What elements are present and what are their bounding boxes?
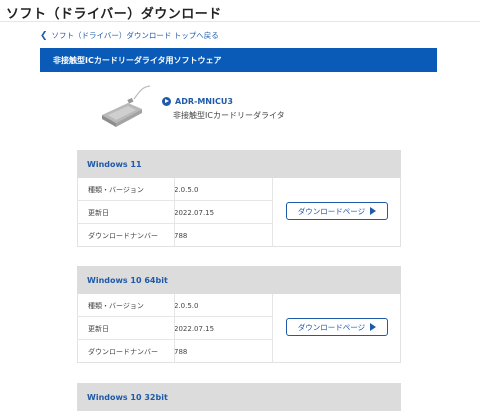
column-divider — [174, 294, 175, 362]
os-block-windows-11: Windows 11 種類・バージョン 2.0.5.0 更新日 2022.07.… — [77, 150, 401, 247]
table-row: 更新日 2022.07.15 — [78, 201, 273, 224]
row-value: 788 — [174, 347, 188, 356]
column-divider — [272, 178, 273, 246]
os-name: Windows 10 32bit — [87, 392, 168, 402]
back-link-label: ソフト（ドライバー）ダウンロード トップへ戻る — [51, 31, 219, 40]
os-info-table: 種類・バージョン 2.0.5.0 更新日 2022.07.15 ダウンロードナン… — [77, 294, 401, 363]
row-divider — [78, 223, 273, 224]
row-divider — [78, 339, 273, 340]
os-info-table: 種類・バージョン 2.0.5.0 更新日 2022.07.15 ダウンロードナン… — [77, 178, 401, 247]
card-reader-image — [102, 85, 151, 127]
table-row: ダウンロードナンバー 788 — [78, 224, 273, 247]
os-header: Windows 11 — [77, 150, 401, 178]
os-name: Windows 10 64bit — [87, 275, 168, 285]
row-divider — [78, 200, 273, 201]
page-title: ソフト（ドライバー）ダウンロード — [6, 7, 222, 22]
column-divider — [272, 294, 273, 362]
play-circle-icon — [162, 97, 171, 106]
row-label: 種類・バージョン — [88, 185, 144, 194]
chevron-left-icon: ❮ — [40, 30, 48, 41]
os-header: Windows 10 32bit — [77, 383, 401, 411]
os-block-windows-10-64bit: Windows 10 64bit 種類・バージョン 2.0.5.0 更新日 20… — [77, 266, 401, 363]
row-label: 種類・バージョン — [88, 301, 144, 310]
download-button-label: ダウンロードページ — [297, 322, 366, 332]
play-arrow-icon — [370, 323, 377, 331]
row-label: 更新日 — [88, 208, 109, 217]
section-title: 非接触型ICカードリーダライタ用ソフトウェア — [53, 55, 222, 65]
os-header: Windows 10 64bit — [77, 266, 401, 294]
back-to-top-link[interactable]: ❮ ソフト（ドライバー）ダウンロード トップへ戻る — [40, 30, 219, 41]
row-value: 2022.07.15 — [174, 208, 215, 217]
row-value: 788 — [174, 231, 188, 240]
product-link[interactable]: ADR-MNICU3 — [162, 97, 233, 106]
table-row: 種類・バージョン 2.0.5.0 — [78, 294, 273, 317]
row-label: 更新日 — [88, 324, 109, 333]
table-row: 種類・バージョン 2.0.5.0 — [78, 178, 273, 201]
row-value: 2.0.5.0 — [174, 301, 199, 310]
download-button-label: ダウンロードページ — [297, 206, 366, 216]
title-divider — [0, 21, 480, 22]
table-row: 更新日 2022.07.15 — [78, 317, 273, 340]
row-label: ダウンロードナンバー — [88, 347, 158, 356]
row-label: ダウンロードナンバー — [88, 231, 158, 240]
play-arrow-icon — [370, 207, 377, 215]
row-value: 2.0.5.0 — [174, 185, 199, 194]
download-page-button[interactable]: ダウンロードページ — [286, 202, 388, 220]
os-block-windows-10-32bit: Windows 10 32bit — [77, 383, 401, 411]
os-name: Windows 11 — [87, 159, 142, 169]
product-name: ADR-MNICU3 — [175, 97, 233, 106]
column-divider — [174, 178, 175, 246]
section-header: 非接触型ICカードリーダライタ用ソフトウェア — [40, 48, 437, 72]
download-page-button[interactable]: ダウンロードページ — [286, 318, 388, 336]
row-divider — [78, 316, 273, 317]
product-description: 非接触型ICカードリーダライタ — [173, 111, 285, 120]
table-row: ダウンロードナンバー 788 — [78, 340, 273, 363]
row-value: 2022.07.15 — [174, 324, 215, 333]
